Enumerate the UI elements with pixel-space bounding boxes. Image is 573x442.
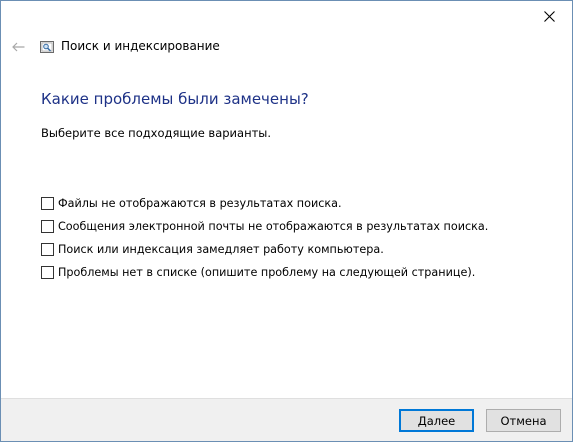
- option-label: Файлы не отображаются в результатах поис…: [58, 196, 342, 210]
- navigation-row: Поиск и индексирование: [1, 35, 572, 59]
- close-icon: [543, 11, 555, 22]
- page-heading: Какие проблемы были замечены?: [41, 90, 309, 108]
- troubleshooter-window: Поиск и индексирование Какие проблемы бы…: [0, 0, 573, 442]
- option-checkbox[interactable]: [41, 265, 54, 279]
- option-label: Поиск или индексация замедляет работу ко…: [58, 242, 384, 256]
- option-checkbox[interactable]: [41, 196, 54, 210]
- option-not-listed[interactable]: Проблемы нет в списке (опишите проблему …: [41, 265, 488, 279]
- footer-bar: Далее Отмена: [1, 398, 572, 441]
- page-subtitle: Выберите все подходящие варианты.: [41, 126, 272, 140]
- title-bar: [1, 1, 572, 33]
- option-label: Сообщения электронной почты не отображаю…: [58, 219, 489, 233]
- option-email-not-shown[interactable]: Сообщения электронной почты не отображаю…: [41, 219, 488, 233]
- problem-options-list: Файлы не отображаются в результатах поис…: [41, 196, 488, 279]
- app-title: Поиск и индексирование: [61, 39, 220, 53]
- option-checkbox[interactable]: [41, 219, 54, 233]
- option-checkbox[interactable]: [41, 242, 54, 256]
- search-indexing-icon: [40, 41, 54, 53]
- option-files-not-shown[interactable]: Файлы не отображаются в результатах поис…: [41, 196, 488, 210]
- next-button[interactable]: Далее: [399, 409, 474, 432]
- back-button[interactable]: [9, 37, 27, 57]
- back-arrow-icon: [11, 42, 24, 52]
- close-button[interactable]: [526, 1, 572, 32]
- option-slows-computer[interactable]: Поиск или индексация замедляет работу ко…: [41, 242, 488, 256]
- cancel-button[interactable]: Отмена: [486, 409, 561, 432]
- option-label: Проблемы нет в списке (опишите проблему …: [58, 265, 476, 279]
